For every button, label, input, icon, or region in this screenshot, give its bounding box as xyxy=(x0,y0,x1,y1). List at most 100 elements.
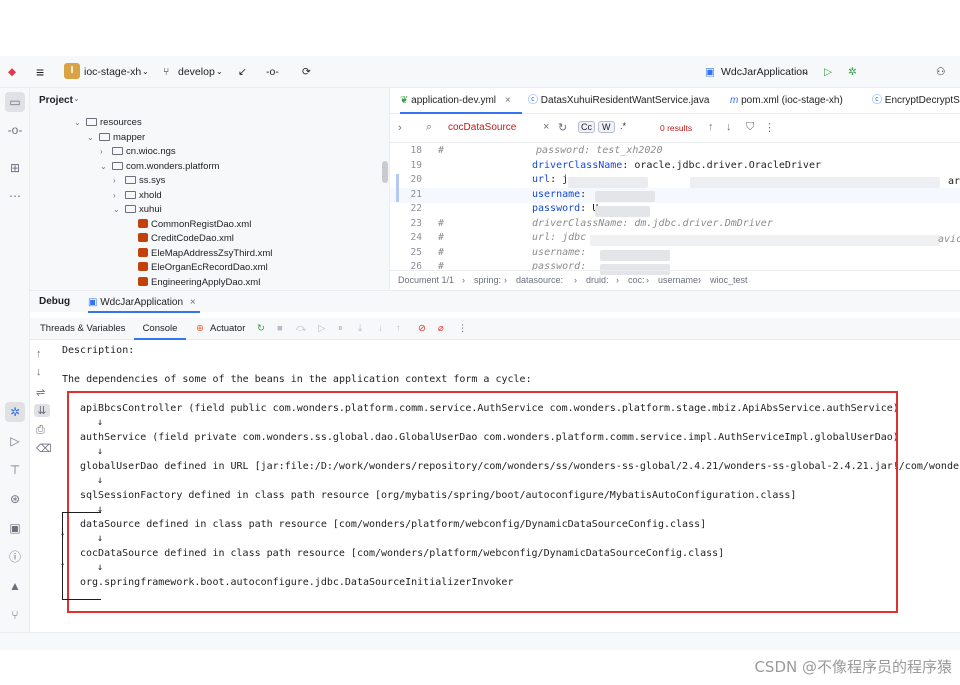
chevron-down-icon[interactable]: ⌄ xyxy=(113,203,125,218)
tree-scrollbar[interactable] xyxy=(382,161,388,183)
build-tool-icon[interactable]: ⊤ xyxy=(5,460,25,480)
close-tab-icon[interactable]: × xyxy=(190,292,196,313)
clear-all-icon[interactable]: ⌫ xyxy=(36,442,52,455)
scroll-to-end-icon[interactable]: ⇊ xyxy=(34,404,50,417)
code-line[interactable]: url: j xyxy=(532,174,568,185)
chevron-right-icon[interactable]: › xyxy=(113,189,125,204)
tab-console[interactable]: Console xyxy=(134,318,186,340)
code-line[interactable]: driverClassName: oracle.jdbc.driver.Orac… xyxy=(532,160,821,171)
run-icon[interactable]: ▷ xyxy=(824,56,832,88)
more-options-icon[interactable]: ⋮ xyxy=(458,318,468,340)
filter-icon[interactable]: ⛉ xyxy=(746,121,754,134)
code-line[interactable]: # driverClassName: dm.jdbc.driver.DmDrive… xyxy=(438,218,773,229)
debug-bug-icon[interactable]: ✲ xyxy=(848,56,857,88)
commit-icon[interactable]: -o- xyxy=(266,56,279,88)
add-user-icon[interactable]: ⚇ xyxy=(936,56,945,88)
warning-icon[interactable]: ▲ xyxy=(5,576,25,596)
tree-item[interactable]: › ss.sys xyxy=(113,174,165,189)
tab-application-dev-yml[interactable]: ❦ application-dev.yml × xyxy=(400,88,522,114)
status-bar xyxy=(0,632,960,650)
debug-session-tab[interactable]: ▣ WdcJarApplication × xyxy=(88,292,200,313)
tab-threads-variables[interactable]: Threads & Variables xyxy=(40,318,125,340)
previous-occurrence-icon[interactable]: ↑ xyxy=(708,121,714,133)
code-line[interactable]: username: xyxy=(532,189,592,200)
stop-icon[interactable]: ■ xyxy=(277,318,283,340)
services-icon[interactable]: ⊛ xyxy=(5,489,25,509)
tab-pom-xml[interactable]: m pom.xml (ioc-stage-xh) xyxy=(730,88,843,114)
force-step-icon[interactable]: ↓ xyxy=(378,318,383,340)
scroll-down-icon[interactable]: ↓ xyxy=(36,366,42,378)
tree-item[interactable]: EngineeringApplyDao.xml xyxy=(126,276,260,291)
tree-item[interactable]: ⌄ xuhui xyxy=(113,203,162,218)
breadcrumb-item[interactable]: coc: xyxy=(628,271,645,288)
tree-item[interactable]: EleMapAddressZsyThird.xml xyxy=(126,247,272,262)
whole-word-toggle[interactable]: W xyxy=(598,121,615,133)
clear-search-icon[interactable]: × xyxy=(543,121,549,133)
hamburger-menu-icon[interactable]: ≡ xyxy=(36,56,44,88)
next-occurrence-icon[interactable]: ↓ xyxy=(726,121,732,133)
soft-wrap-icon[interactable]: ⇌ xyxy=(36,386,45,399)
tree-item[interactable]: CreditCodeDao.xml xyxy=(126,232,234,247)
rerun-icon[interactable]: ↻ xyxy=(257,318,265,340)
tree-item[interactable]: EleOrganEcRecordDao.xml xyxy=(126,261,268,276)
more-options-icon[interactable]: ⋮ xyxy=(764,121,775,134)
refresh-icon[interactable]: ⟳ xyxy=(302,56,311,88)
tree-item[interactable]: CommonRegistDao.xml xyxy=(126,218,251,233)
breadcrumb-item[interactable]: spring: xyxy=(474,271,501,288)
project-selector[interactable]: ioc-stage-xh xyxy=(84,56,141,88)
search-input[interactable]: cocDataSource xyxy=(448,122,516,133)
breadcrumb-item[interactable]: druid: xyxy=(586,271,609,288)
breadcrumb-item[interactable]: datasource: xyxy=(516,271,563,288)
chevron-right-icon[interactable]: › xyxy=(398,122,402,134)
close-tab-icon[interactable]: × xyxy=(505,88,511,114)
breadcrumb-separator-icon: › xyxy=(646,275,649,285)
step-over-icon[interactable]: ⤼ xyxy=(296,318,306,340)
regex-toggle[interactable]: .* xyxy=(620,121,626,131)
chevron-down-icon[interactable]: ⌄ xyxy=(87,131,99,146)
tree-item[interactable]: › xhold xyxy=(113,189,162,204)
tab-encrypt-decrypt[interactable]: ⓒ EncryptDecryptS xyxy=(872,88,960,114)
chevron-right-icon[interactable]: › xyxy=(100,145,112,160)
run-tool-icon[interactable]: ▷ xyxy=(5,431,25,451)
tab-actuator[interactable]: Actuator xyxy=(210,318,245,340)
project-folder-icon[interactable]: ▭ xyxy=(5,92,25,112)
code-line[interactable]: password: U xyxy=(532,203,598,214)
breadcrumb-item[interactable]: username: xyxy=(658,271,701,288)
commit-tool-icon[interactable]: -o- xyxy=(5,120,25,140)
tree-item[interactable]: ⌄ resources xyxy=(74,116,142,131)
chevron-down-icon[interactable]: ⌄ xyxy=(74,116,86,131)
project-panel-title[interactable]: Project xyxy=(39,95,73,106)
chevron-right-icon[interactable]: › xyxy=(113,174,125,189)
breadcrumb-item[interactable]: wioc_test xyxy=(710,271,748,288)
pause-icon[interactable]: ⏸ xyxy=(338,318,343,340)
code-line[interactable]: # url: jdbc xyxy=(438,232,586,243)
run-config-selector[interactable]: WdcJarApplication xyxy=(721,56,808,88)
breadcrumb-item[interactable]: Document 1/1 xyxy=(398,271,454,288)
tree-item[interactable]: ⌄ com.wonders.platform xyxy=(100,160,219,175)
mute-breakpoints-icon[interactable]: ⌀ xyxy=(438,318,444,340)
update-project-icon[interactable]: ↙ xyxy=(238,56,247,88)
resume-icon[interactable]: ▷ xyxy=(318,318,325,340)
scroll-up-icon[interactable]: ↑ xyxy=(36,348,42,360)
code-line[interactable]: # password: test_xh2020 xyxy=(438,145,662,156)
match-case-toggle[interactable]: Cc xyxy=(578,121,595,133)
more-tools-icon[interactable]: ⋯ xyxy=(5,186,25,206)
tab-datasxuhui-service[interactable]: ⓒ DatasXuhuiResidentWantService.java xyxy=(528,88,709,114)
step-into-icon[interactable]: ⤓ xyxy=(358,318,362,340)
chevron-down-icon: ⌄ xyxy=(142,67,149,76)
chevron-down-icon[interactable]: ⌄ xyxy=(100,160,112,175)
view-breakpoints-icon[interactable]: ⊘ xyxy=(418,318,426,340)
step-out-icon[interactable]: ↑ xyxy=(396,318,401,340)
tree-item[interactable]: › cn.wioc.ngs xyxy=(100,145,176,160)
print-icon[interactable]: ⎙ xyxy=(36,424,45,437)
run-config-icon: ▣ xyxy=(705,66,715,78)
structure-icon[interactable]: ⊞ xyxy=(5,158,25,178)
tree-item[interactable]: ⌄ mapper xyxy=(87,131,145,146)
problems-icon[interactable]: ⓘ xyxy=(5,547,25,567)
terminal-icon[interactable]: ▣ xyxy=(5,518,25,538)
history-icon[interactable]: ↻ xyxy=(558,121,567,134)
git-icon[interactable]: ⑂ xyxy=(5,605,25,625)
debug-tool-icon[interactable]: ✲ xyxy=(5,402,25,422)
code-line[interactable]: # username: xyxy=(438,247,592,258)
branch-selector[interactable]: develop xyxy=(178,56,215,88)
